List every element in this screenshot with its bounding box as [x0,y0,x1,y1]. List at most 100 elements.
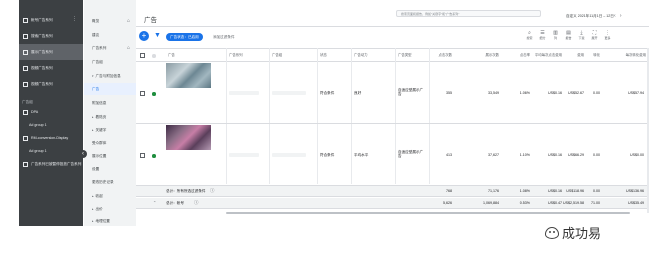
add-ad-button[interactable]: + [139,31,149,41]
nav-item-label: 更改历史记录 [92,179,114,184]
column-header-ad-strength[interactable]: 广告动力 [354,52,368,57]
segment-tool-button[interactable]: ☰ 细分 [536,30,549,40]
totals-label: 总计：所有所选过滤条件 [166,189,206,193]
column-header-ctr[interactable]: 点击率 [514,52,530,57]
nav-item-keywords[interactable]: ▸ 关键字 [84,124,136,136]
add-filter-link[interactable]: 添加过滤条件 [213,35,235,40]
totals-impressions: 71,176 [488,189,499,193]
table-toolbar: ⌕ 搜索 ☰ 细分 ▥ 列 ▤ 报告 ⤓ 下载 ⛶ 展开 ⋮ 更多 [523,30,614,40]
cost-cell: US$66.29 [568,153,584,157]
expand-arrow-icon: ▾ [92,74,94,78]
campaign-icon [23,81,28,87]
column-header-impressions[interactable]: 展示次数 [471,52,499,57]
search-tool-button[interactable]: ⌕ 搜索 [523,30,536,40]
campaign-item-label: 搜索广告系列 [31,33,53,38]
expand-arrow-icon: ▸ [92,128,94,132]
nav-item-label: 建议 [92,32,100,37]
nav-item-overview[interactable]: 概览 ⌂ [84,15,136,27]
column-header-campaign[interactable]: 广告系列 [229,52,243,57]
totals-cost-per-conversion: US$35.49 [628,201,644,205]
status-dot-header [152,54,156,58]
column-header-cost[interactable]: 费用 [572,52,584,57]
column-header-ad[interactable]: 广告 [168,52,175,57]
status-cell: 符合条件 [320,91,335,95]
totals-clicks: 768 [446,189,452,193]
impressions-cell: 33,549 [488,91,499,95]
nav-item-ads[interactable]: 广告 [84,83,136,95]
cost-per-conversion-cell: US$0.00 [630,153,644,157]
row-checkbox[interactable] [140,153,145,158]
totals-label: 总计：帐号 [166,201,184,205]
chevron-right-icon[interactable]: › [620,13,622,19]
nav-item-ads-extensions[interactable]: ▾ 广告与附加信息 [84,70,136,82]
select-all-checkbox[interactable] [140,53,145,58]
campaign-icon [23,49,28,55]
help-icon[interactable]: ⓘ [210,188,214,194]
column-header-clicks[interactable]: 点击次数 [436,52,452,57]
expand-arrow-icon: ▸ [92,115,94,119]
expand-tool-button[interactable]: ⛶ 展开 [588,30,601,40]
nav-item-label: 广告与附加信息 [95,73,121,78]
campaign-item[interactable]: 视频广告系列 [19,76,83,92]
nav-item-landing-pages[interactable]: ▸ 着陆页 [84,111,136,123]
nav-item-settings[interactable]: 设置 [84,163,136,175]
nav-item-extensions[interactable]: 附加信息 [84,97,136,109]
home-icon: ⌂ [126,45,130,51]
ad-strength-cell: 平均水平 [354,153,369,157]
ctr-cell: 1.06% [519,91,530,95]
more-tool-button[interactable]: ⋮ 更多 [601,30,614,40]
filter-icon[interactable]: ▼ [154,32,161,39]
report-tool-button[interactable]: ▤ 报告 [562,30,575,40]
horizontal-scrollbar[interactable] [226,212,630,214]
filter-chip[interactable]: 广告状态：已启用 [166,33,203,41]
campaign-item[interactable]: 视频广告系列 [19,60,83,76]
nav-item-ad-groups[interactable]: 广告组 [84,56,136,68]
nav-item-placements[interactable]: 展示位置 [84,150,136,162]
cost-per-conversion-cell: US$57.94 [628,91,644,95]
ad-preview-image[interactable] [166,63,211,88]
totals-row-filtered: 总计：所有所选过滤条件 ⓘ 768 71,176 1.08% US$0.16 U… [136,186,649,197]
nav-item-audiences[interactable]: 受众群体 [84,137,136,149]
table-row[interactable]: 符合条件 平均水平 自适应型展示广告 413 37,627 1.10% US$0… [136,124,649,186]
totals-conversions: 0.00 [593,189,600,193]
nav-item-label: 收起 [95,193,103,198]
column-header-ad-group[interactable]: 广告组 [272,52,282,57]
ad-group-item[interactable]: 广告系列已被暂停投放广告系列 [19,156,83,172]
cost-cell: US$52.67 [568,91,584,95]
ad-type-cell: 自适应型展示广告 [398,88,424,97]
column-header-ad-type[interactable]: 广告类型 [398,52,412,57]
date-range-picker[interactable]: 自定义 2021年11月1日 – 12日 [566,14,614,19]
nav-item-campaigns[interactable]: 广告系列 ⌂ [84,42,136,54]
ad-preview-image[interactable] [166,125,211,150]
campaign-item-selected[interactable]: 展示广告系列 [19,44,83,60]
download-tool-button[interactable]: ⤓ 下载 [575,30,588,40]
column-header-conversions[interactable]: 转化 [588,52,600,57]
row-checkbox[interactable] [140,91,145,96]
totals-ctr: 1.08% [519,189,530,193]
campaign-icon [23,65,28,71]
column-header-cost-per-conversion[interactable]: 每次转化费用 [602,52,646,57]
nav-item-change-history[interactable]: 更改历史记录 [84,176,136,188]
nav-item-bidding[interactable]: ▸ 出价 [84,203,136,215]
totals-clicks: 5,626 [443,201,452,205]
campaign-item[interactable]: 搜索广告系列 [19,28,83,44]
tool-label: 展开 [591,36,598,40]
collapse-panel-button[interactable]: ‹ [79,150,87,158]
chevron-left-icon[interactable]: ‹ [614,13,616,19]
table-row[interactable]: 符合条件 良好 自适应型展示广告 355 33,549 1.06% US$0.1… [136,62,649,124]
nav-item-label: 地理位置 [95,218,110,223]
column-header-status[interactable]: 状态 [320,52,327,57]
nav-item-collapse[interactable]: ▴ 收起 [84,190,136,202]
columns-tool-button[interactable]: ▥ 列 [549,30,562,40]
nav-item-recommendations[interactable]: 建议 [84,29,136,41]
ctr-cell: 1.10% [519,153,530,157]
totals-conversions: 71.00 [591,201,600,205]
nav-item-label: 广告组 [92,59,103,64]
help-icon[interactable]: ⓘ [194,200,198,206]
expand-less-icon[interactable]: ⌃ [153,200,156,205]
campaign-item[interactable]: 帐号广告系列 [19,12,83,28]
nav-item-locations[interactable]: ▸ 地理位置 [84,215,136,227]
global-search-input[interactable]: 搜索页面和报告，例如"关键字"和"广告系列" [396,10,541,17]
enabled-status-dot [152,92,156,96]
column-header-avg-cpc[interactable]: 平均每次点击费用 [532,52,562,57]
